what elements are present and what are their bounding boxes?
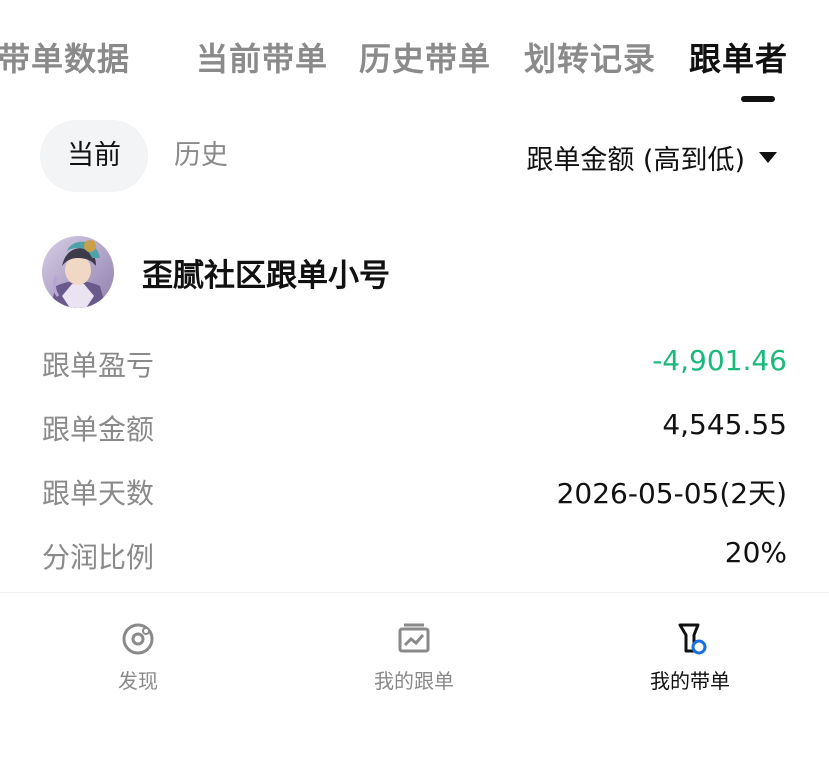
- profit-share-value: 20%: [724, 536, 787, 569]
- amount-label: 跟单金额: [42, 413, 155, 446]
- pnl-value: -4,901.46: [652, 344, 787, 377]
- active-tab-indicator: [741, 96, 775, 102]
- top-tab-bar: 带单数据 当前带单 历史带单 划转记录 跟单者: [0, 0, 829, 110]
- nav-my-follow[interactable]: 我的跟单: [276, 593, 552, 713]
- tab-lead-data[interactable]: 带单数据: [0, 34, 130, 80]
- chart-icon: [398, 623, 430, 653]
- nav-my-lead[interactable]: 我的带单: [552, 593, 828, 713]
- tab-transfer-records[interactable]: 划转记录: [524, 34, 656, 80]
- tab-current-lead[interactable]: 当前带单: [196, 34, 328, 80]
- segment-history[interactable]: 历史: [174, 120, 228, 192]
- amount-value: 4,545.55: [662, 408, 787, 441]
- nav-my-follow-label: 我的跟单: [374, 669, 454, 693]
- discover-icon: [122, 623, 154, 655]
- profit-share-label: 分润比例: [42, 541, 155, 574]
- caret-down-icon: [759, 152, 777, 163]
- bottom-nav: 发现 我的跟单 我的带单: [0, 592, 829, 774]
- nav-discover[interactable]: 发现: [0, 593, 276, 713]
- pnl-label: 跟单盈亏: [42, 349, 155, 382]
- sort-label: 跟单金额 (高到低): [526, 145, 745, 176]
- avatar[interactable]: [42, 236, 114, 308]
- segment-current[interactable]: 当前: [40, 120, 148, 192]
- follower-name: 歪腻社区跟单小号: [142, 258, 390, 294]
- nav-discover-label: 发现: [118, 669, 158, 693]
- nav-my-lead-label: 我的带单: [650, 669, 730, 693]
- avatar-image: [42, 236, 114, 308]
- sort-dropdown[interactable]: 跟单金额 (高到低): [526, 138, 777, 177]
- days-value: 2026-05-05(2天): [556, 477, 787, 510]
- tab-followers[interactable]: 跟单者: [689, 34, 788, 80]
- days-label: 跟单天数: [42, 477, 155, 510]
- tab-history-lead[interactable]: 历史带单: [359, 34, 491, 80]
- lead-trade-icon: [678, 623, 707, 655]
